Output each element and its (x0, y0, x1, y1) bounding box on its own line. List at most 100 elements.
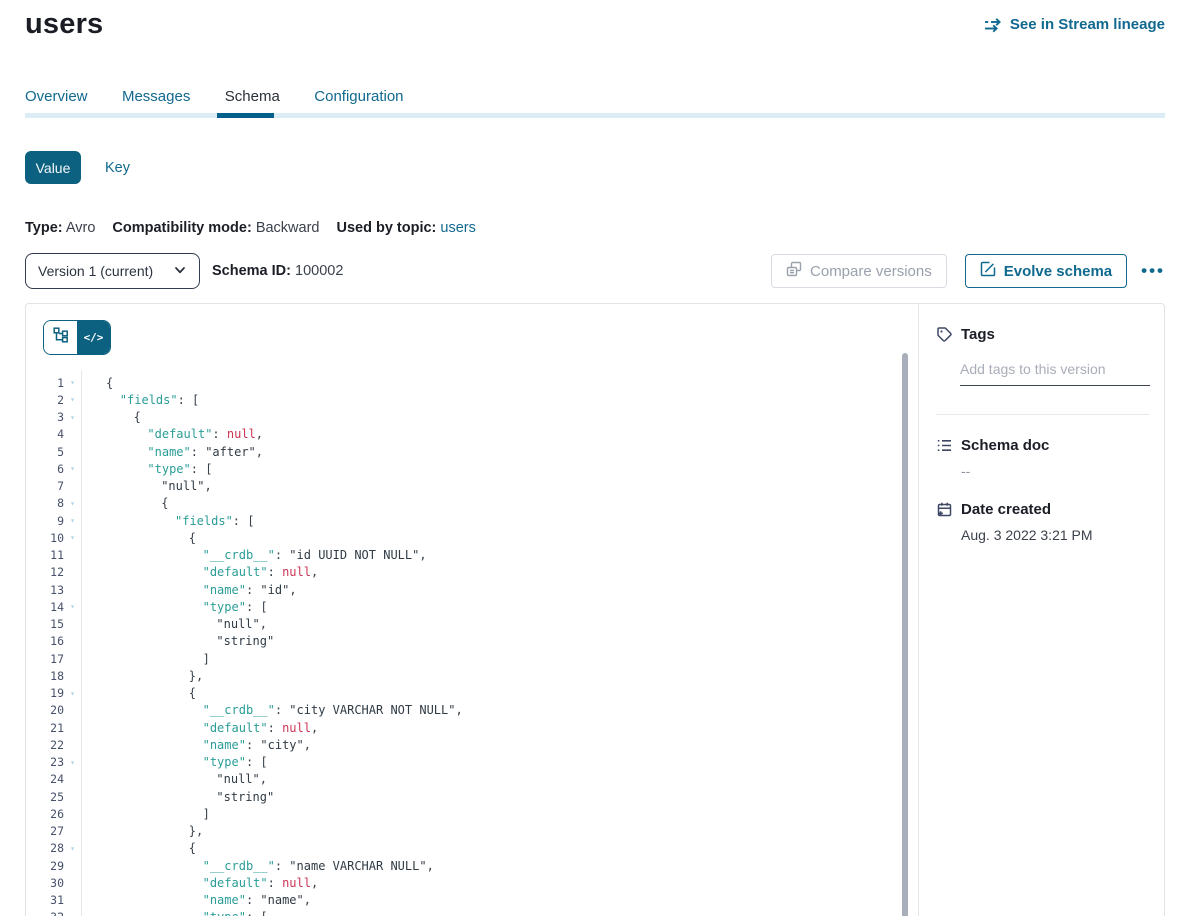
fold-toggle-icon[interactable]: ▾ (64, 602, 81, 611)
line-number: 26 (26, 807, 64, 821)
page-header: users See in Stream lineage (25, 0, 1165, 41)
fold-toggle-icon[interactable]: ▾ (64, 378, 81, 387)
fold-toggle-icon[interactable]: ▾ (64, 499, 81, 508)
tab-active-indicator (217, 113, 274, 118)
fold-toggle-icon[interactable]: ▾ (64, 464, 81, 473)
code-line: 20"__crdb__": "city VARCHAR NOT NULL", (26, 702, 918, 719)
code-line: 22 "name": "city", (26, 736, 918, 753)
line-number: 6 (26, 462, 64, 476)
see-in-stream-lineage-link[interactable]: See in Stream lineage (984, 16, 1165, 33)
line-number: 16 (26, 634, 64, 648)
code-text: "name": "id", (81, 583, 297, 597)
tab-messages[interactable]: Messages (122, 88, 190, 105)
schema-id-field: Schema ID: 100002 (212, 263, 343, 279)
tags-section: Tags (936, 326, 1149, 415)
fold-toggle-icon[interactable]: ▾ (64, 689, 81, 698)
line-number: 27 (26, 824, 64, 838)
code-line: 15"null", (26, 616, 918, 633)
line-number: 32 (26, 910, 64, 916)
code-line: 5"name": "after", (26, 443, 918, 460)
evolve-schema-button[interactable]: Evolve schema (965, 254, 1127, 288)
line-number: 25 (26, 790, 64, 804)
code-view-button[interactable]: </> (77, 321, 110, 354)
code-line: 6▾"type": [ (26, 460, 918, 477)
tab-underline-track (25, 113, 1165, 118)
schema-meta-row: Type: Avro Compatibility mode: Backward … (25, 220, 1165, 236)
version-toolbar: Version 1 (current) Schema ID: 100002 (25, 253, 1165, 289)
code-line: 27}, (26, 823, 918, 840)
code-line: 32▾"type": [ (26, 909, 918, 916)
line-number: 22 (26, 738, 64, 752)
code-text: "__crdb__": "name VARCHAR NULL", (81, 859, 434, 873)
schema-doc-value: -- (961, 463, 1149, 479)
code-lines: 1▾{2▾"fields": [3▾{4"default": null,5"na… (26, 374, 918, 916)
compare-versions-button[interactable]: Compare versions (771, 254, 947, 288)
fold-toggle-icon[interactable]: ▾ (64, 395, 81, 404)
line-number: 10 (26, 531, 64, 545)
code-text: { (81, 531, 196, 545)
key-toggle-button[interactable]: Key (105, 160, 130, 176)
used-by-topic-link[interactable]: users (440, 220, 475, 236)
tags-title: Tags (961, 326, 995, 343)
code-text: }, (81, 669, 203, 683)
code-line: 29 "__crdb__": "name VARCHAR NULL", (26, 857, 918, 874)
code-text: "string" (81, 634, 274, 648)
line-number: 12 (26, 565, 64, 579)
code-line: 19▾{ (26, 685, 918, 702)
code-line: 3▾{ (26, 409, 918, 426)
code-text: "__crdb__": "id UUID NOT NULL", (81, 548, 427, 562)
fold-toggle-icon[interactable]: ▾ (64, 413, 81, 422)
tab-overview[interactable]: Overview (25, 88, 88, 105)
code-line: 16 "string" (26, 633, 918, 650)
editor-scrollbar[interactable] (902, 353, 908, 916)
schema-panel: </> 1▾{2▾"fields": [3▾{4"default": null,… (25, 303, 1165, 916)
compatibility-label: Compatibility mode: (112, 220, 251, 236)
schema-sidebar: Tags Schema doc (918, 304, 1164, 916)
fold-toggle-icon[interactable]: ▾ (64, 758, 81, 767)
code-text: "fields": [ (81, 514, 254, 528)
code-line: 9▾"fields": [ (26, 512, 918, 529)
tab-configuration[interactable]: Configuration (314, 88, 403, 105)
code-text: { (81, 376, 113, 390)
fold-toggle-icon[interactable]: ▾ (64, 533, 81, 542)
code-line: 13"name": "id", (26, 581, 918, 598)
line-number: 23 (26, 755, 64, 769)
fold-toggle-icon[interactable]: ▾ (64, 844, 81, 853)
toolbar-actions: Compare versions Evolve schema ••• (771, 254, 1165, 288)
line-number: 28 (26, 841, 64, 855)
value-toggle-button[interactable]: Value (25, 151, 81, 184)
stream-lineage-label: See in Stream lineage (1010, 16, 1165, 33)
version-select-value: Version 1 (current) (38, 263, 173, 279)
tags-input[interactable] (960, 355, 1150, 386)
tree-view-button[interactable] (44, 321, 77, 354)
line-number: 31 (26, 893, 64, 907)
line-number: 11 (26, 548, 64, 562)
code-line: 26] (26, 805, 918, 822)
schema-id-label: Schema ID: (212, 263, 291, 279)
evolve-schema-icon (980, 261, 996, 281)
tab-schema[interactable]: Schema (225, 88, 280, 105)
schema-doc-section: Schema doc -- (936, 437, 1149, 479)
code-line: 21"default": null, (26, 719, 918, 736)
schema-page: users See in Stream lineage Overview Mes… (0, 0, 1189, 916)
code-text: "name": "after", (81, 445, 263, 459)
code-text: "fields": [ (81, 393, 199, 407)
code-line: 23▾"type": [ (26, 754, 918, 771)
code-text: "default": null, (81, 721, 318, 735)
version-select[interactable]: Version 1 (current) (25, 253, 200, 289)
more-options-button[interactable]: ••• (1141, 266, 1165, 276)
type-field: Type: Avro (25, 220, 95, 236)
list-icon (936, 437, 953, 454)
line-number: 18 (26, 669, 64, 683)
line-number: 29 (26, 859, 64, 873)
fold-toggle-icon[interactable]: ▾ (64, 516, 81, 525)
code-line: 17] (26, 650, 918, 667)
code-text: "__crdb__": "city VARCHAR NOT NULL", (81, 703, 463, 717)
type-label: Type: (25, 220, 63, 236)
code-text: "name": "city", (81, 738, 311, 752)
page-title: users (25, 8, 103, 41)
tag-icon (936, 326, 953, 343)
code-line: 2▾"fields": [ (26, 391, 918, 408)
schema-editor: </> 1▾{2▾"fields": [3▾{4"default": null,… (26, 304, 918, 916)
schema-doc-title: Schema doc (961, 437, 1049, 454)
